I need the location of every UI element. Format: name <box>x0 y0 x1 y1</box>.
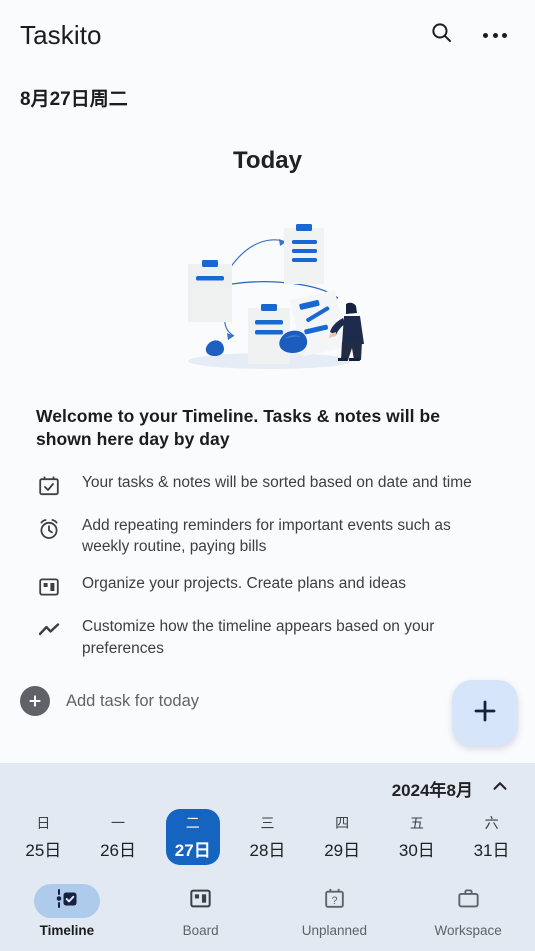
day-of-week: 一 <box>111 815 126 831</box>
day-of-month: 26日 <box>100 841 136 860</box>
search-icon <box>429 20 454 50</box>
feature-text: Your tasks & notes will be sorted based … <box>82 473 472 491</box>
nav-pill-board <box>168 884 234 918</box>
day-cell-25[interactable]: 日 25日 <box>16 809 70 865</box>
feature-text: Organize your projects. Create plans and… <box>82 575 406 593</box>
nav-item-timeline[interactable]: Timeline <box>12 884 122 938</box>
day-cell-29[interactable]: 四 29日 <box>315 809 369 865</box>
collapse-calendar-button[interactable] <box>487 775 513 801</box>
chevron-up-icon <box>489 775 511 802</box>
nav-label-unplanned: Unplanned <box>301 923 368 938</box>
app-screen: Taskito 8月27日周二 Today Welcome to your Ti… <box>0 0 535 951</box>
app-title: Taskito <box>20 19 102 50</box>
day-of-month: 28日 <box>249 841 286 860</box>
app-bar: Taskito <box>0 0 535 70</box>
nav-label-workspace: Workspace <box>434 923 502 938</box>
week-calendar-strip: 2024年8月 日 25日 一 26日 二 27日 三 28日 四 29日 五 … <box>0 763 535 875</box>
today-heading: Today <box>233 147 302 174</box>
nav-pill-workspace <box>435 884 501 918</box>
day-cell-26[interactable]: 一 26日 <box>91 809 145 865</box>
search-button[interactable] <box>419 13 463 57</box>
day-of-week: 四 <box>335 815 350 831</box>
day-of-week: 三 <box>260 815 275 831</box>
nav-label-timeline: Timeline <box>39 923 95 938</box>
feature-item: Organize your projects. Create plans and… <box>36 573 499 600</box>
day-of-month: 25日 <box>25 841 62 860</box>
day-cell-27-selected[interactable]: 二 27日 <box>165 809 220 865</box>
day-cell-28[interactable]: 三 28日 <box>240 809 294 865</box>
empty-timeline-illustration <box>0 203 535 383</box>
board-icon <box>188 886 213 916</box>
feature-item: Add repeating reminders for important ev… <box>36 515 499 558</box>
feature-text: Add repeating reminders for important ev… <box>82 516 451 555</box>
nav-pill-unplanned: ? <box>301 884 367 918</box>
day-cell-31[interactable]: 六 31日 <box>465 809 519 865</box>
day-of-week: 日 <box>36 815 51 831</box>
day-of-week: 五 <box>409 815 424 831</box>
plus-icon <box>471 697 499 730</box>
plus-icon <box>20 686 50 717</box>
feature-text: Customize how the timeline appears based… <box>82 618 435 657</box>
bottom-navigation: Timeline Board ? Unplanned Workspace <box>0 875 535 951</box>
feature-item: Customize how the timeline appears based… <box>36 616 499 659</box>
feature-list: Your tasks & notes will be sorted based … <box>36 472 499 660</box>
day-cell-30[interactable]: 五 30日 <box>390 809 444 865</box>
overflow-menu-button[interactable] <box>473 13 517 57</box>
day-of-month: 29日 <box>324 841 361 860</box>
add-task-label: Add task for today <box>66 691 199 710</box>
day-of-month: 27日 <box>174 841 211 860</box>
nav-item-unplanned[interactable]: ? Unplanned <box>279 884 389 938</box>
date-subtitle: 8月27日周二 <box>20 89 128 110</box>
welcome-title: Welcome to your Timeline. Tasks & notes … <box>36 406 440 450</box>
month-row: 2024年8月 <box>0 771 535 805</box>
board-icon <box>36 574 62 600</box>
day-of-week: 六 <box>484 815 499 831</box>
trend-line-icon <box>36 617 62 643</box>
day-of-month: 31日 <box>473 841 510 860</box>
calendar-question-icon: ? <box>322 886 347 916</box>
calendar-check-icon <box>36 473 62 499</box>
add-task-fab[interactable] <box>452 680 518 746</box>
welcome-section: Welcome to your Timeline. Tasks & notes … <box>0 383 535 659</box>
briefcase-icon <box>456 886 481 916</box>
day-of-month: 30日 <box>398 841 435 860</box>
more-options-icon <box>483 32 507 38</box>
feature-item: Your tasks & notes will be sorted based … <box>36 472 499 499</box>
day-list: 日 25日 一 26日 二 27日 三 28日 四 29日 五 30日 六 31… <box>0 805 535 865</box>
svg-text:?: ? <box>331 895 337 907</box>
alarm-clock-icon <box>36 516 62 542</box>
nav-item-board[interactable]: Board <box>146 884 256 938</box>
month-label: 2024年8月 <box>391 780 473 800</box>
day-of-week: 二 <box>185 815 200 831</box>
timeline-check-icon <box>54 887 80 916</box>
nav-pill-timeline <box>33 884 100 918</box>
nav-item-workspace[interactable]: Workspace <box>413 884 523 938</box>
app-bar-actions <box>419 13 517 57</box>
nav-label-board: Board <box>182 923 219 938</box>
